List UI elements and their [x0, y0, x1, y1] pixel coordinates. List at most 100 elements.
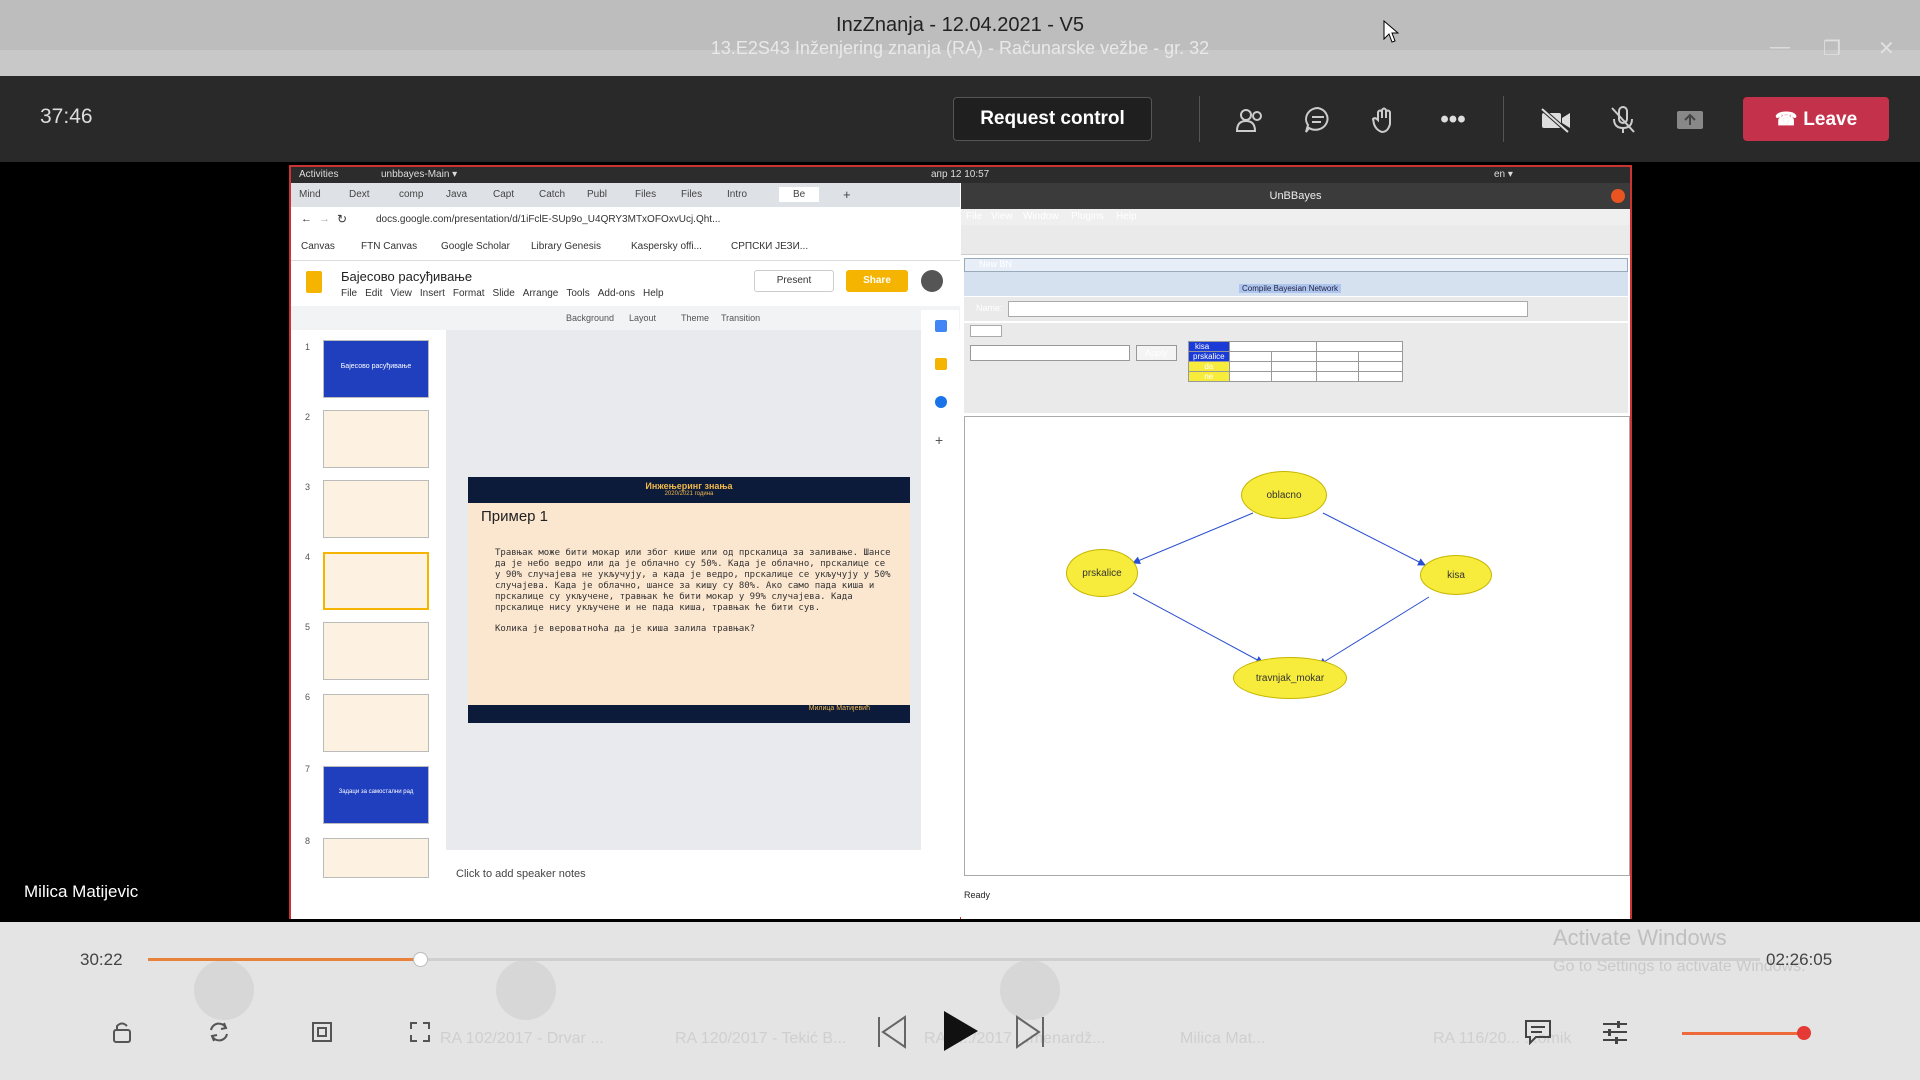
bookmark-item[interactable]: Kaspersky offi...	[631, 241, 702, 252]
slide-thumb[interactable]	[323, 838, 429, 878]
menu-view[interactable]: View	[991, 211, 1013, 222]
cpt-cell[interactable]: 0.9	[1271, 361, 1317, 372]
menu-view[interactable]: View	[390, 288, 412, 299]
close-icon[interactable]: ✕	[1878, 36, 1895, 61]
present-button[interactable]: Present	[754, 270, 834, 292]
layout-button[interactable]: Layout	[629, 313, 656, 323]
volume-handle[interactable]	[1797, 1026, 1811, 1040]
minimize-icon[interactable]: —	[1770, 36, 1790, 59]
node-kisa[interactable]: kisa	[1420, 555, 1492, 595]
participants-icon[interactable]	[1230, 100, 1270, 140]
cpt-cell[interactable]: 0.99	[1228, 361, 1273, 372]
cpt-cell[interactable]: 0.1	[1315, 371, 1360, 382]
chat-icon[interactable]	[1298, 100, 1338, 140]
cpt-cell[interactable]: 0.9	[1315, 361, 1360, 372]
new-tab-icon[interactable]: +	[843, 187, 851, 202]
theme-button[interactable]: Theme	[681, 313, 709, 323]
activities-label[interactable]: Activities	[299, 169, 338, 180]
menu-file[interactable]: File	[341, 288, 357, 299]
lock-icon[interactable]	[102, 1012, 142, 1052]
menu-arrange[interactable]: Arrange	[523, 288, 559, 299]
repeat-icon[interactable]	[199, 1012, 239, 1052]
share-button[interactable]: Share	[846, 270, 908, 292]
close-icon[interactable]	[1611, 189, 1625, 203]
cpt-cell[interactable]: 0	[1358, 361, 1404, 372]
browser-tab[interactable]: Capt	[493, 189, 514, 200]
menu-addons[interactable]: Add-ons	[598, 288, 635, 299]
slide-thumb[interactable]	[323, 622, 429, 680]
slide-thumb-selected[interactable]	[323, 552, 429, 610]
menu-help[interactable]: Help	[1116, 211, 1137, 222]
slide-thumb[interactable]	[323, 480, 429, 538]
calendar-icon[interactable]	[935, 320, 947, 332]
play-icon[interactable]	[935, 1006, 985, 1056]
forward-icon[interactable]: →	[319, 213, 330, 225]
distribution-select[interactable]: Create uniform distribution	[970, 345, 1130, 361]
speaker-notes[interactable]: Click to add speaker notes	[456, 868, 586, 880]
restore-icon[interactable]: ❐	[1823, 36, 1841, 61]
apply-button[interactable]: Apply	[1136, 345, 1177, 361]
node-prskalice[interactable]: prskalice	[1066, 549, 1138, 597]
url-text[interactable]: docs.google.com/presentation/d/1iFclE-SU…	[376, 214, 720, 225]
menu-window[interactable]: Window	[1023, 211, 1059, 222]
keep-icon[interactable]	[935, 358, 947, 370]
menu-edit[interactable]: Edit	[365, 288, 382, 299]
datetime-label[interactable]: апр 12 10:57	[931, 169, 989, 180]
cpt-cell[interactable]: 0.1	[1271, 371, 1317, 382]
previous-icon[interactable]	[872, 1012, 912, 1052]
browser-tab[interactable]: Mind	[299, 189, 321, 200]
slide-thumb[interactable]: Задаци за самостални рад	[323, 766, 429, 824]
next-icon[interactable]	[1010, 1012, 1050, 1052]
browser-tab[interactable]: Dext	[349, 189, 370, 200]
cpt-cell[interactable]: 0.01	[1228, 371, 1273, 382]
browser-tab[interactable]: Catch	[539, 189, 565, 200]
tasks-icon[interactable]	[935, 396, 947, 408]
reload-icon[interactable]: ↻	[337, 212, 347, 226]
menu-slide[interactable]: Slide	[493, 288, 515, 299]
name-input[interactable]: travnjak_mokar	[1008, 301, 1528, 317]
node-travnjak-mokar[interactable]: travnjak_mokar	[1233, 657, 1347, 699]
transition-button[interactable]: Transition	[721, 313, 760, 323]
browser-tab[interactable]: Publ	[587, 189, 607, 200]
settings-sliders-icon[interactable]	[1595, 1012, 1635, 1052]
menu-insert[interactable]: Insert	[420, 288, 445, 299]
bookmark-item[interactable]: Google Scholar	[441, 241, 510, 252]
slide-thumb[interactable]	[323, 410, 429, 468]
bookmark-item[interactable]: СРПСКИ ЈЕЗИ...	[731, 241, 808, 252]
bookmark-item[interactable]: Library Genesis	[531, 241, 601, 252]
back-icon[interactable]: ←	[301, 213, 312, 225]
browser-tab-active[interactable]: Be	[779, 187, 820, 202]
bookmark-item[interactable]: Canvas	[301, 241, 335, 252]
more-icon[interactable]: •••	[1433, 100, 1473, 140]
browser-tab[interactable]: Java	[446, 189, 467, 200]
request-control-button[interactable]: Request control	[953, 97, 1152, 141]
volume-slider[interactable]	[1682, 1032, 1804, 1035]
bookmark-item[interactable]: FTN Canvas	[361, 241, 417, 252]
browser-tab[interactable]: Files	[635, 189, 656, 200]
share-icon[interactable]	[1670, 100, 1710, 140]
add-addon-icon[interactable]: +	[935, 432, 943, 448]
leave-button[interactable]: ☎ Leave	[1743, 97, 1889, 141]
reactions-icon[interactable]	[1365, 100, 1405, 140]
background-button[interactable]: Background	[566, 313, 614, 323]
mic-off-icon[interactable]	[1603, 100, 1643, 140]
node-oblacno[interactable]: oblacno	[1241, 471, 1327, 519]
avatar[interactable]	[921, 270, 943, 292]
slide-thumb[interactable]: Бајесово расуђивање	[323, 340, 429, 398]
browser-tab[interactable]: comp	[399, 189, 423, 200]
browser-tab[interactable]: Intro	[727, 189, 747, 200]
menu-plugins[interactable]: Plugins	[1071, 211, 1104, 222]
language-label[interactable]: en ▾	[1494, 169, 1513, 180]
subtitles-icon[interactable]	[1518, 1012, 1558, 1052]
document-title[interactable]: Бајесово расуђивање	[341, 269, 472, 284]
table-tab[interactable]: Table	[970, 325, 1002, 337]
fullscreen-icon[interactable]	[400, 1012, 440, 1052]
camera-off-icon[interactable]	[1536, 100, 1576, 140]
aspect-ratio-icon[interactable]	[302, 1012, 342, 1052]
menu-tools[interactable]: Tools	[566, 288, 589, 299]
slide-thumb[interactable]	[323, 694, 429, 752]
menu-format[interactable]: Format	[453, 288, 485, 299]
menu-file[interactable]: File	[966, 211, 982, 222]
menu-help[interactable]: Help	[643, 288, 664, 299]
cpt-cell[interactable]: 1	[1358, 371, 1404, 382]
